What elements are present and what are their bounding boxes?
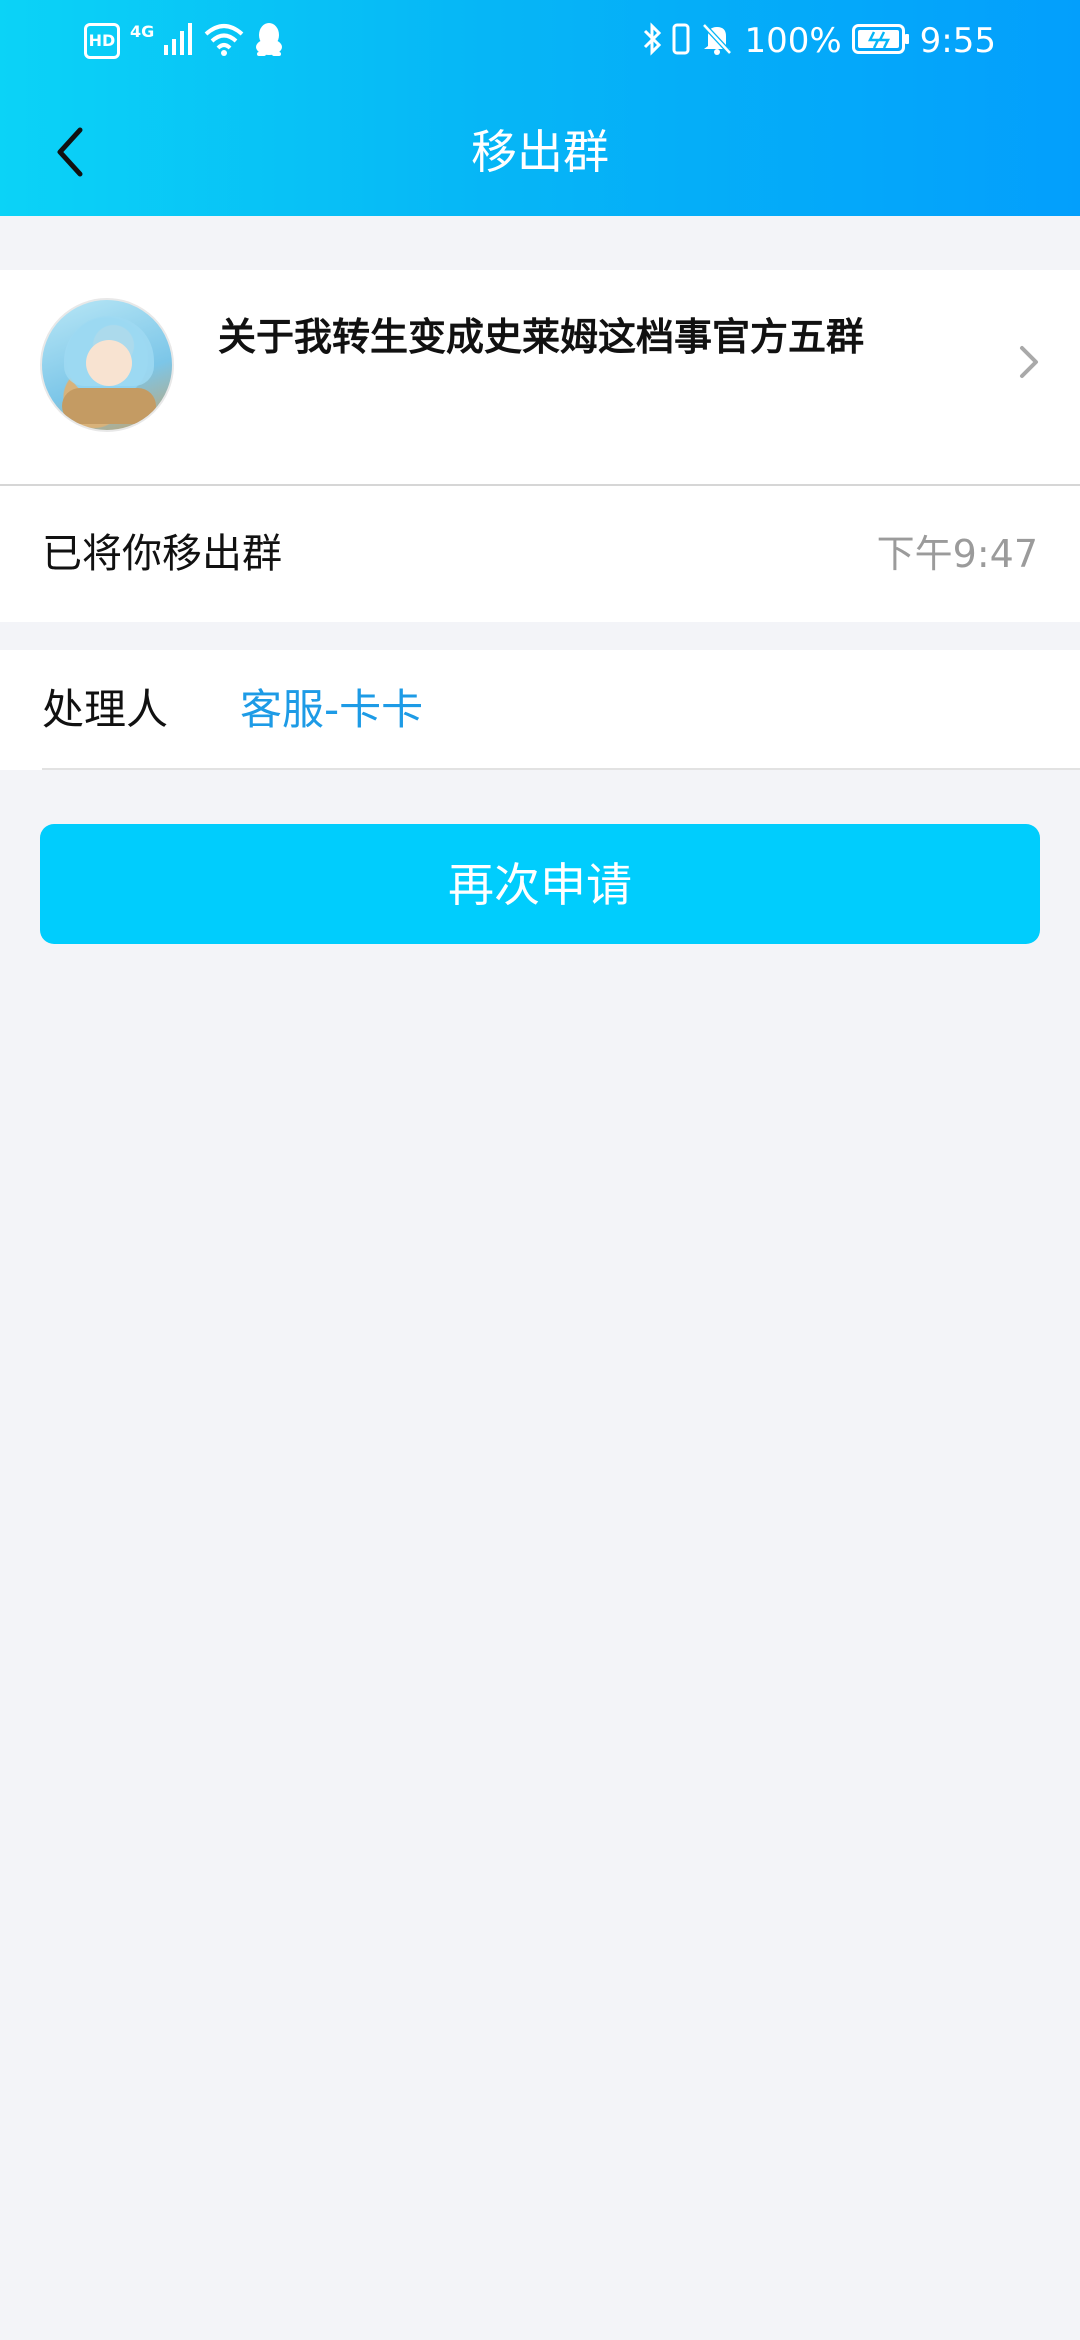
group-avatar[interactable] [40,298,174,432]
clock: 9:55 [919,21,996,61]
status-right: 100% 9:55 [642,20,996,62]
vibrate-icon [672,23,690,59]
notice-time: 下午9:47 [876,532,1038,576]
bluetooth-icon [642,22,662,60]
qq-penguin-icon [254,22,284,60]
handler-row: 处理人 客服-卡卡 [0,650,1080,770]
group-card[interactable]: 关于我转生变成史莱姆这档事官方五群 [0,270,1080,484]
status-left: HD 4G [84,20,284,62]
header-bar: HD 4G 100% 9:55 移出群 [0,0,1080,216]
battery-percent: 100% [744,21,842,61]
status-bar: HD 4G 100% 9:55 [0,0,1080,82]
reapply-button[interactable]: 再次申请 [40,824,1040,944]
signal-bars-icon [164,23,194,59]
mute-bell-icon [700,22,734,60]
removal-notice: 已将你移出群 下午9:47 [0,486,1080,622]
handler-label: 处理人 [42,685,169,734]
hd-badge: HD [84,23,120,59]
battery-charging-icon [851,24,910,58]
handler-name-link[interactable]: 客服-卡卡 [240,682,423,738]
network-type: 4G [130,21,155,41]
wifi-icon [204,22,244,60]
notice-message: 已将你移出群 [42,531,282,577]
page-title: 移出群 [471,125,609,179]
divider [42,768,1080,770]
chevron-right-icon [1020,346,1038,378]
group-name: 关于我转生变成史莱姆这档事官方五群 [218,315,865,359]
